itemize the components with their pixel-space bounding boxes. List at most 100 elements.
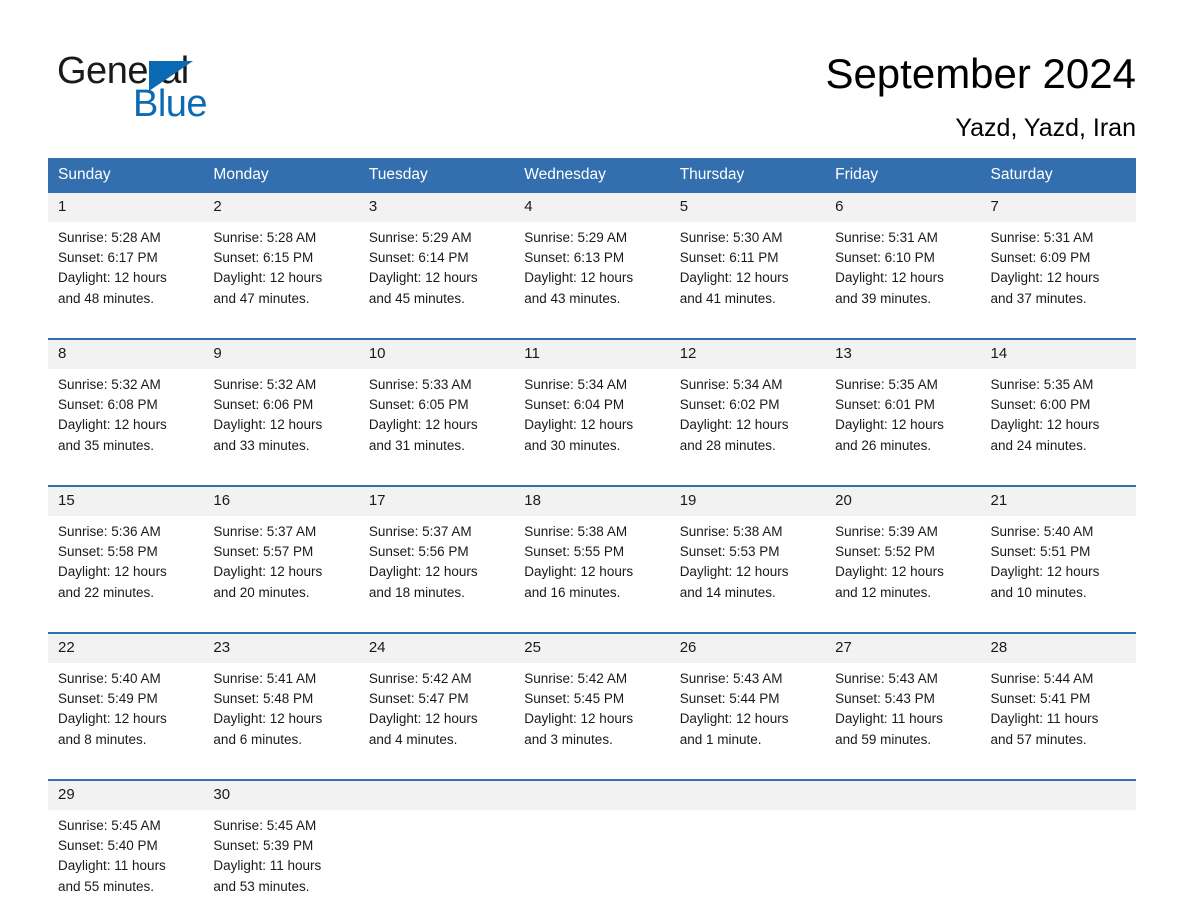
day-cell[interactable]: Sunrise: 5:31 AM Sunset: 6:10 PM Dayligh… [825,222,981,324]
day-number[interactable]: 4 [514,193,670,222]
day-cell[interactable]: Sunrise: 5:38 AM Sunset: 5:55 PM Dayligh… [514,516,670,618]
day-number[interactable]: 11 [514,340,670,369]
daylight-text: Daylight: 12 hours [835,417,944,433]
daylight-text: Daylight: 12 hours [835,564,944,580]
sunrise-text: Sunrise: 5:40 AM [58,671,161,686]
sunrise-text: Sunrise: 5:31 AM [990,230,1094,245]
sunrise-text: Sunrise: 5:45 AM [58,818,161,833]
day-number[interactable]: 24 [358,634,515,663]
sunrise-text: Sunrise: 5:37 AM [368,524,472,539]
week-info-row: Sunrise: 5:40 AM Sunset: 5:49 PM Dayligh… [48,663,1136,765]
day-cell[interactable]: Sunrise: 5:40 AM Sunset: 5:51 PM Dayligh… [980,516,1136,618]
day-cell[interactable]: Sunrise: 5:37 AM Sunset: 5:56 PM Dayligh… [358,516,515,618]
day-cell[interactable]: Sunrise: 5:32 AM Sunset: 6:06 PM Dayligh… [203,369,359,471]
day-number[interactable]: 16 [203,487,359,516]
day-cell[interactable]: Sunrise: 5:42 AM Sunset: 5:45 PM Dayligh… [514,663,670,765]
day-number[interactable]: 27 [825,634,981,663]
day-cell[interactable]: Sunrise: 5:33 AM Sunset: 6:05 PM Dayligh… [358,369,515,471]
daylight-text: Daylight: 12 hours [679,417,789,433]
week-info-row: Sunrise: 5:36 AM Sunset: 5:58 PM Dayligh… [48,516,1136,618]
daylight-text-cont: and 35 minutes. [58,437,155,453]
sunrise-text: Sunrise: 5:28 AM [213,230,317,245]
day-cell[interactable]: Sunrise: 5:37 AM Sunset: 5:57 PM Dayligh… [203,516,359,618]
daylight-text-cont: and 30 minutes. [524,437,621,453]
week-info-row: Sunrise: 5:28 AM Sunset: 6:17 PM Dayligh… [48,222,1136,324]
day-number[interactable]: 22 [48,634,204,663]
day-cell[interactable]: Sunrise: 5:35 AM Sunset: 6:01 PM Dayligh… [825,369,981,471]
day-number[interactable]: 14 [980,340,1136,369]
empty-day-cell [980,781,1136,810]
sunrise-text: Sunrise: 5:41 AM [213,671,317,686]
day-cell[interactable]: Sunrise: 5:39 AM Sunset: 5:52 PM Dayligh… [825,516,981,618]
day-cell[interactable]: Sunrise: 5:43 AM Sunset: 5:43 PM Dayligh… [825,663,981,765]
day-cell[interactable]: Sunrise: 5:45 AM Sunset: 5:40 PM Dayligh… [48,810,204,912]
sunset-text: Sunset: 6:17 PM [58,250,158,266]
day-cell[interactable]: Sunrise: 5:28 AM Sunset: 6:17 PM Dayligh… [48,222,204,324]
day-number[interactable]: 15 [48,487,204,516]
day-number[interactable]: 1 [48,193,204,222]
day-number[interactable]: 17 [358,487,515,516]
day-number[interactable]: 13 [825,340,981,369]
day-cell[interactable]: Sunrise: 5:32 AM Sunset: 6:08 PM Dayligh… [48,369,204,471]
daylight-text: Daylight: 12 hours [990,417,1100,433]
day-number[interactable]: 25 [514,634,670,663]
sunset-text: Sunset: 6:08 PM [58,397,158,413]
day-number[interactable]: 18 [514,487,670,516]
day-number[interactable]: 12 [669,340,826,369]
daylight-text: Daylight: 12 hours [213,564,323,580]
day-number[interactable]: 21 [980,487,1136,516]
day-cell[interactable]: Sunrise: 5:28 AM Sunset: 6:15 PM Dayligh… [203,222,359,324]
day-cell[interactable]: Sunrise: 5:36 AM Sunset: 5:58 PM Dayligh… [48,516,204,618]
day-cell[interactable]: Sunrise: 5:30 AM Sunset: 6:11 PM Dayligh… [669,222,826,324]
daylight-text-cont: and 48 minutes. [58,290,155,306]
day-cell[interactable]: Sunrise: 5:34 AM Sunset: 6:04 PM Dayligh… [514,369,670,471]
day-cell[interactable]: Sunrise: 5:38 AM Sunset: 5:53 PM Dayligh… [669,516,826,618]
day-cell[interactable]: Sunrise: 5:34 AM Sunset: 6:02 PM Dayligh… [669,369,826,471]
day-cell[interactable]: Sunrise: 5:45 AM Sunset: 5:39 PM Dayligh… [203,810,359,912]
day-number[interactable]: 8 [48,340,204,369]
day-cell[interactable]: Sunrise: 5:42 AM Sunset: 5:47 PM Dayligh… [358,663,515,765]
daylight-text: Daylight: 12 hours [213,417,323,433]
daylight-text-cont: and 20 minutes. [213,584,310,600]
week-info-row: Sunrise: 5:32 AM Sunset: 6:08 PM Dayligh… [48,369,1136,471]
weekday-header-saturday: Saturday [980,158,1136,193]
page-title: September 2024 [825,50,1136,97]
day-number[interactable]: 19 [669,487,826,516]
sunset-text: Sunset: 5:52 PM [835,544,935,560]
day-number[interactable]: 29 [48,781,204,810]
day-cell[interactable]: Sunrise: 5:35 AM Sunset: 6:00 PM Dayligh… [980,369,1136,471]
day-number[interactable]: 30 [203,781,359,810]
day-number[interactable]: 23 [203,634,359,663]
day-number[interactable]: 20 [825,487,981,516]
day-number[interactable]: 26 [669,634,826,663]
daylight-text: Daylight: 12 hours [368,564,478,580]
day-number[interactable]: 6 [825,193,981,222]
day-cell[interactable]: Sunrise: 5:43 AM Sunset: 5:44 PM Dayligh… [669,663,826,765]
day-number[interactable]: 28 [980,634,1136,663]
week-date-row: 8 9 10 11 12 13 14 [48,340,1136,369]
daylight-text: Daylight: 12 hours [213,270,323,286]
day-cell[interactable]: Sunrise: 5:29 AM Sunset: 6:13 PM Dayligh… [514,222,670,324]
sunset-text: Sunset: 5:45 PM [524,691,625,707]
daylight-text-cont: and 57 minutes. [990,731,1087,747]
sunrise-text: Sunrise: 5:44 AM [990,671,1094,686]
day-number[interactable]: 7 [980,193,1136,222]
empty-day-cell [825,810,981,912]
day-cell[interactable]: Sunrise: 5:44 AM Sunset: 5:41 PM Dayligh… [980,663,1136,765]
sunset-text: Sunset: 6:09 PM [990,250,1091,266]
day-number[interactable]: 5 [669,193,826,222]
daylight-text-cont: and 12 minutes. [835,584,932,600]
day-cell[interactable]: Sunrise: 5:40 AM Sunset: 5:49 PM Dayligh… [48,663,204,765]
sunrise-text: Sunrise: 5:33 AM [368,377,472,392]
sunrise-text: Sunrise: 5:43 AM [835,671,938,686]
day-cell[interactable]: Sunrise: 5:31 AM Sunset: 6:09 PM Dayligh… [980,222,1136,324]
generalblue-logo[interactable]: General Blue [57,52,287,130]
day-number[interactable]: 10 [358,340,515,369]
day-number[interactable]: 3 [358,193,515,222]
weekday-header-wednesday: Wednesday [514,158,670,193]
day-number[interactable]: 9 [203,340,359,369]
day-cell[interactable]: Sunrise: 5:41 AM Sunset: 5:48 PM Dayligh… [203,663,359,765]
day-number[interactable]: 2 [203,193,359,222]
daylight-text-cont: and 6 minutes. [213,731,302,747]
day-cell[interactable]: Sunrise: 5:29 AM Sunset: 6:14 PM Dayligh… [358,222,515,324]
